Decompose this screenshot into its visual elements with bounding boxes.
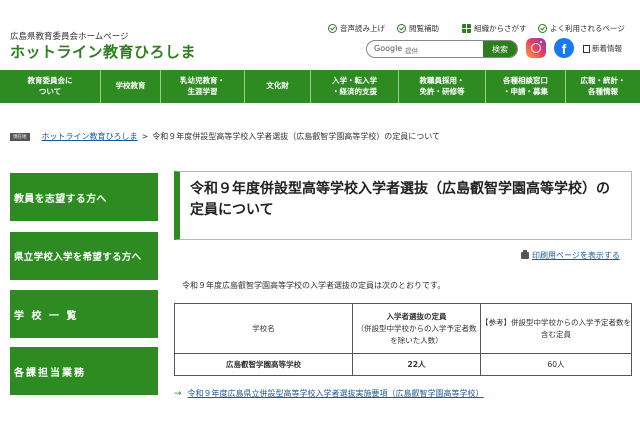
- sidebar-item-prefectural-admission[interactable]: 県立学校入学を希望する方へ: [10, 232, 158, 280]
- header-quota: 入学者選抜の定員 （併設型中学校からの入学予定者数を除いた人数）: [352, 303, 481, 354]
- nav-item-early-lifelong[interactable]: 乳幼児教育・ 生涯学習: [160, 70, 244, 103]
- google-logo: Google: [374, 44, 403, 53]
- cell-reference: 60人: [480, 353, 632, 376]
- site-search: Google 提供 検索: [366, 40, 518, 58]
- global-nav: 教育委員会に ついて 学校教育 乳幼児教育・ 生涯学習 文化財 入学・転入学 ・経済的…: [0, 70, 640, 103]
- sidebar-item-school-list[interactable]: 学 校 一 覧: [10, 290, 158, 338]
- breadcrumb-badge: 現在地: [10, 132, 30, 141]
- util-popular-pages[interactable]: よく利用されるページ: [538, 23, 625, 34]
- util-browse-assist[interactable]: 閲覧補助: [397, 23, 439, 34]
- breadcrumb-separator: >: [141, 132, 149, 141]
- sidebar-item-teacher-applicants[interactable]: 教員を志望する方へ: [10, 173, 158, 221]
- quota-table: 学校名 入学者選抜の定員 （併設型中学校からの入学予定者数を除いた人数） 【参考…: [174, 303, 632, 376]
- guidelines-link[interactable]: → 令和９年度広島県立併設型高等学校入学者選抜実施要項（広島叡智学園高等学校）: [174, 388, 484, 399]
- nav-item-board[interactable]: 教育委員会に ついて: [0, 70, 100, 103]
- util-org-search[interactable]: 組織からさがす: [462, 23, 527, 34]
- search-button[interactable]: 検索: [483, 41, 517, 57]
- cell-quota: 22人: [352, 353, 481, 376]
- nav-item-cultural-assets[interactable]: 文化財: [244, 70, 310, 103]
- sidebar-item-department-duties[interactable]: 各課担当業務: [10, 347, 158, 395]
- nav-item-admission[interactable]: 入学・転入学 ・経済的支援: [310, 70, 398, 103]
- header-school: 学校名: [174, 303, 353, 354]
- table-row: 広島叡智学園高等学校 22人 60人: [174, 353, 632, 376]
- arrow-right-icon: →: [174, 388, 182, 399]
- site-header: 広島県教育委員会ホームページ ホットライン教育ひろしま 音声読み上げ 閲覧補助 …: [0, 0, 640, 70]
- util-read-aloud[interactable]: 音声読み上げ: [328, 23, 385, 34]
- nav-item-pr-stats[interactable]: 広報・統計・ 各種情報: [565, 70, 640, 103]
- breadcrumb-home-link[interactable]: ホットライン教育ひろしま: [42, 131, 138, 142]
- check-circle-icon: [397, 24, 406, 33]
- header-quota-note: （併設型中学校からの入学予定者数を除いた人数）: [356, 323, 477, 345]
- header-quota-title: 入学者選抜の定員: [386, 311, 447, 321]
- breadcrumb: 現在地 ホットライン教育ひろしま > 令和９年度併設型高等学校入学者選抜（広島叡…: [10, 131, 440, 142]
- facebook-icon[interactable]: f: [554, 38, 574, 58]
- grid-icon: [462, 24, 471, 33]
- check-circle-icon: [328, 24, 337, 33]
- news-link[interactable]: 新着情報: [583, 43, 622, 54]
- header-reference: 【参考】併設型中学校からの入学予定者数を含む定員: [480, 303, 632, 354]
- page-title: 令和９年度併設型高等学校入学者選抜（広島叡智学園高等学校）の定員について: [174, 171, 632, 240]
- site-title-link[interactable]: ホットライン教育ひろしま: [10, 41, 196, 62]
- print-page-link[interactable]: 印刷用ページを表示する: [521, 250, 620, 261]
- search-input[interactable]: 提供: [405, 45, 418, 55]
- utility-links: 音声読み上げ 閲覧補助 組織からさがす よく利用されるページ: [328, 23, 633, 37]
- cell-school: 広島叡智学園高等学校: [174, 353, 353, 376]
- document-icon: [583, 44, 590, 53]
- printer-icon: [521, 250, 529, 259]
- intro-text: 令和９年度広島叡智学園高等学校の入学者選抜の定員は次のとおりです。: [182, 281, 446, 290]
- nav-item-staff[interactable]: 教職員採用・ 免許・研修等: [398, 70, 485, 103]
- instagram-icon[interactable]: [526, 38, 546, 58]
- nav-item-consultation[interactable]: 各種相談窓口 ・申請・募集: [485, 70, 565, 103]
- table-header-row: 学校名 入学者選抜の定員 （併設型中学校からの入学予定者数を除いた人数） 【参考…: [174, 303, 632, 354]
- check-circle-icon: [538, 24, 547, 33]
- nav-item-school-education[interactable]: 学校教育: [100, 70, 160, 103]
- breadcrumb-current: 令和９年度併設型高等学校入学者選抜（広島叡智学園高等学校）の定員について: [152, 132, 440, 141]
